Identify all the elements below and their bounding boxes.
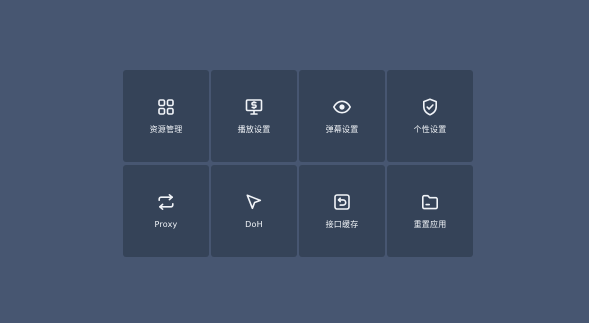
menu-item-resource-management[interactable]: 资源管理 [123, 70, 209, 162]
grid-icon [156, 97, 176, 117]
monitor-dollar-icon [244, 97, 264, 117]
menu-item-reset-app[interactable]: 重置应用 [387, 165, 473, 257]
menu-item-interface-cache[interactable]: 接口缓存 [299, 165, 385, 257]
menu-item-label: 资源管理 [149, 125, 183, 134]
menu-item-label: Proxy [154, 220, 178, 229]
menu-item-label: 弹幕设置 [325, 125, 359, 134]
folder-icon [420, 192, 440, 212]
menu-item-doh[interactable]: DoH [211, 165, 297, 257]
menu-item-danmaku-settings[interactable]: 弹幕设置 [299, 70, 385, 162]
menu-item-playback-settings[interactable]: 播放设置 [211, 70, 297, 162]
menu-item-proxy[interactable]: Proxy [123, 165, 209, 257]
shield-check-icon [420, 97, 440, 117]
cursor-arrow-icon [244, 192, 264, 212]
menu-item-label: 个性设置 [413, 125, 447, 134]
cache-restore-icon [332, 192, 352, 212]
menu-item-personal-settings[interactable]: 个性设置 [387, 70, 473, 162]
menu-item-label: 接口缓存 [325, 220, 359, 229]
eye-icon [332, 97, 352, 117]
settings-menu-grid: 资源管理 播放设置 弹幕设置 个性设置 Proxy DoH 接口缓存 重置应用 [123, 70, 473, 257]
menu-item-label: 重置应用 [413, 220, 447, 229]
menu-item-label: 播放设置 [237, 125, 271, 134]
swap-arrows-icon [156, 192, 176, 212]
menu-item-label: DoH [245, 220, 263, 229]
